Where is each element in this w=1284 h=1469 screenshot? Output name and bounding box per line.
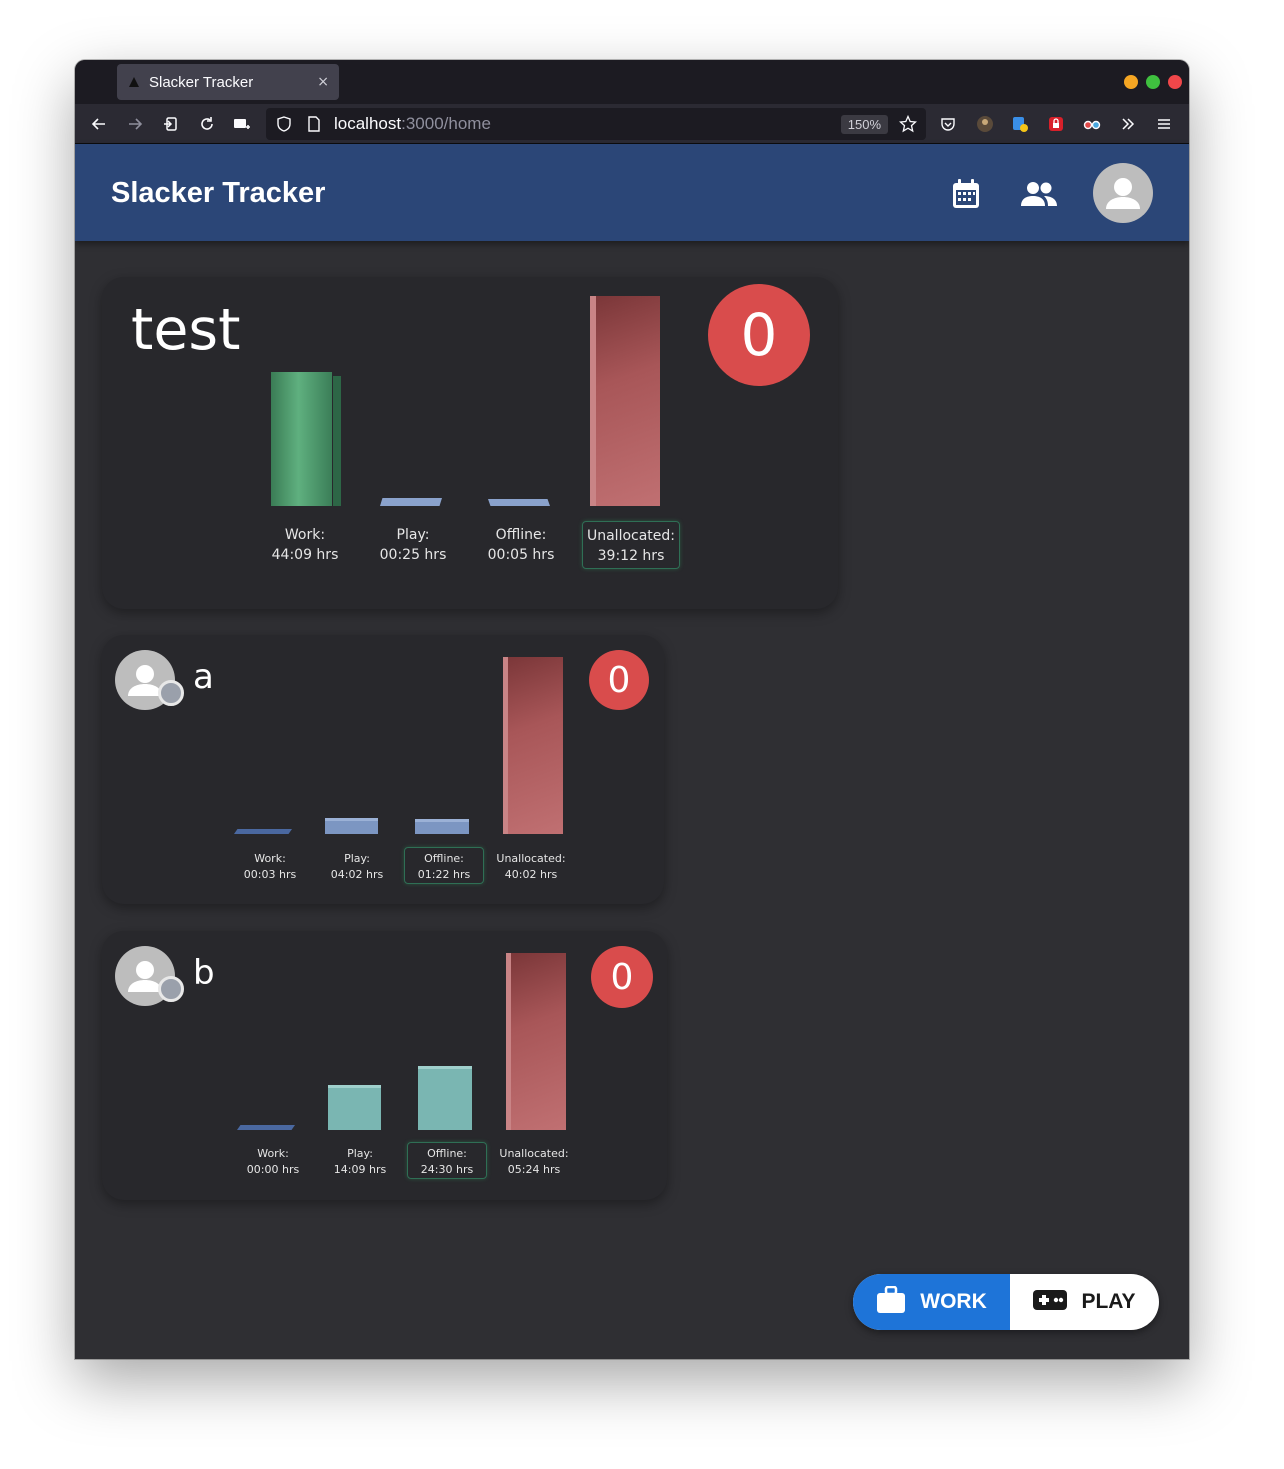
forward-arrow-icon[interactable] xyxy=(123,112,147,136)
member-label-unallocated: Unallocated: 40:02 hrs xyxy=(496,852,566,881)
member-label-play: Play: 04:02 hrs xyxy=(330,852,384,881)
team-label-work: Work: 44:09 hrs xyxy=(271,527,339,564)
app-title: Slacker Tracker xyxy=(111,177,326,209)
member-status-dot xyxy=(158,976,184,1002)
member-label-unallocated: Unallocated: 05:24 hrs xyxy=(499,1147,569,1176)
extension-translate-icon[interactable] xyxy=(1008,112,1032,136)
team-bar-unallocated xyxy=(590,296,660,506)
people-icon[interactable] xyxy=(1019,178,1059,210)
reader-exit-icon[interactable] xyxy=(159,112,183,136)
calendar-icon[interactable] xyxy=(949,177,983,211)
member-card[interactable]: b 0 Work: 00:00 hrs Play: 14:09 hrs Offlin… xyxy=(102,931,667,1200)
team-card[interactable]: test 0 Work: 44:09 hrs Play: 00:25 hrs Off… xyxy=(102,277,838,609)
hamburger-menu-icon[interactable] xyxy=(1152,112,1176,136)
close-window-button[interactable] xyxy=(1168,75,1182,89)
reload-icon[interactable] xyxy=(195,112,219,136)
extension-glasses-icon[interactable] xyxy=(1080,112,1104,136)
member-label-work: Work: 00:00 hrs xyxy=(246,1147,300,1176)
browser-toolbar: localhost:3000/home 150% xyxy=(75,104,1189,144)
briefcase-icon xyxy=(876,1285,906,1318)
member-slack-badge: 0 xyxy=(591,946,653,1008)
tab-strip: Slacker Tracker × xyxy=(75,60,1189,104)
team-label-play: Play: 00:25 hrs xyxy=(379,527,447,564)
member-bar-offline xyxy=(418,1066,472,1130)
tab-close-icon[interactable]: × xyxy=(317,74,329,90)
member-name: a xyxy=(193,657,214,697)
address-bar[interactable]: localhost:3000/home 150% xyxy=(266,108,926,140)
member-bar-unallocated xyxy=(503,657,563,834)
member-label-offline: Offline: 24:30 hrs xyxy=(407,1142,487,1179)
work-mode-button[interactable]: WORK xyxy=(853,1274,1010,1330)
browser-window: Slacker Tracker × localhost:3000/home 15… xyxy=(75,60,1189,1359)
maximize-window-button[interactable] xyxy=(1146,75,1160,89)
member-status-dot xyxy=(158,680,184,706)
pocket-icon[interactable] xyxy=(936,112,960,136)
zoom-level[interactable]: 150% xyxy=(840,114,888,134)
team-slack-badge: 0 xyxy=(708,284,810,386)
extension-lock-icon[interactable] xyxy=(1044,112,1068,136)
member-bar-work xyxy=(237,1125,295,1130)
account-icon xyxy=(1106,178,1140,209)
team-label-offline: Offline: 00:05 hrs xyxy=(487,527,555,564)
triangle-favicon-icon xyxy=(127,75,141,89)
member-card[interactable]: a 0 Work: 00:03 hrs Play: 04:02 hrs Offlin… xyxy=(102,635,664,904)
account-avatar-button[interactable] xyxy=(1093,163,1153,223)
back-arrow-icon[interactable] xyxy=(87,112,111,136)
app-header: Slacker Tracker xyxy=(75,144,1189,241)
member-bar-play xyxy=(328,1085,381,1130)
url-text[interactable]: localhost:3000/home xyxy=(334,114,841,134)
gamepad-icon xyxy=(1033,1290,1068,1314)
member-slack-badge: 0 xyxy=(589,650,649,710)
tab-title: Slacker Tracker xyxy=(149,73,254,91)
play-mode-label: PLAY xyxy=(1081,1290,1136,1313)
extension-avatar-icon[interactable] xyxy=(973,112,997,136)
team-bar-work xyxy=(271,372,341,506)
member-bar-offline xyxy=(415,819,469,834)
member-label-play: Play: 14:09 hrs xyxy=(333,1147,387,1176)
shield-icon[interactable] xyxy=(272,112,296,136)
member-label-offline: Offline: 01:22 hrs xyxy=(404,847,484,884)
mode-toggle: WORK PLAY xyxy=(853,1274,1159,1330)
team-label-unallocated: Unallocated: 39:12 hrs xyxy=(582,521,680,569)
team-bar-play xyxy=(380,498,442,506)
screenshot-icon[interactable] xyxy=(230,112,254,136)
browser-tab[interactable]: Slacker Tracker × xyxy=(117,64,339,100)
page-info-icon[interactable] xyxy=(302,112,326,136)
overflow-chevrons-icon[interactable] xyxy=(1116,112,1140,136)
minimize-window-button[interactable] xyxy=(1124,75,1138,89)
team-name: test xyxy=(131,297,241,363)
member-bar-play xyxy=(325,818,378,834)
member-name: b xyxy=(193,953,215,993)
play-mode-button[interactable]: PLAY xyxy=(1010,1274,1159,1330)
member-bar-unallocated xyxy=(506,953,566,1130)
member-bar-work xyxy=(234,829,292,834)
work-mode-label: WORK xyxy=(920,1290,987,1313)
member-label-work: Work: 00:03 hrs xyxy=(243,852,297,881)
bookmark-star-icon[interactable] xyxy=(896,112,920,136)
team-bar-offline xyxy=(488,499,550,506)
